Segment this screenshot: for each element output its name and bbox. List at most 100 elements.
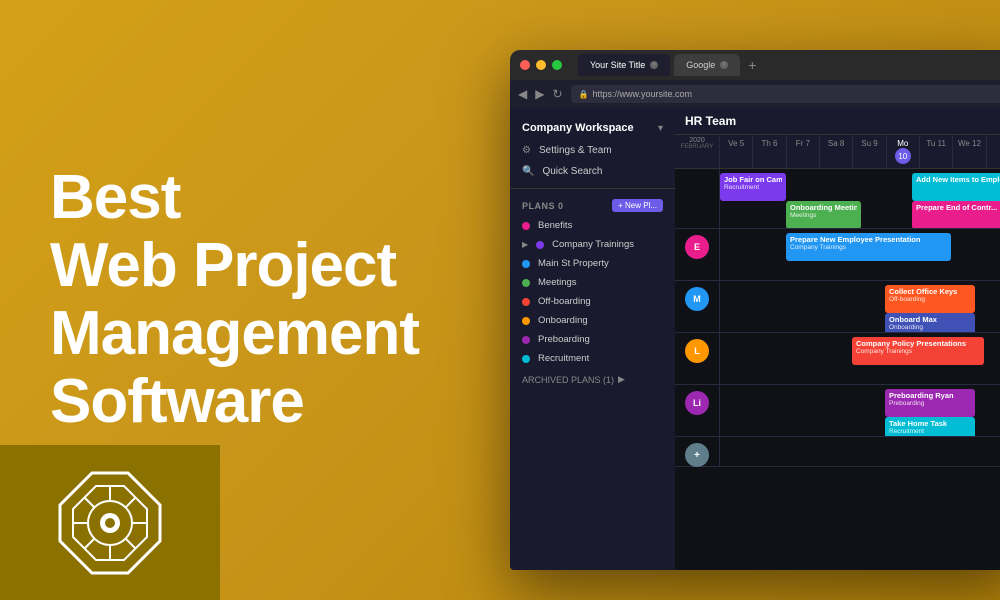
event-add-items-title: Add New Items to Employee... — [916, 175, 1000, 184]
event-job-fair[interactable]: Job Fair on Campus Recruitment — [720, 173, 786, 201]
day-number-today: 10 — [895, 148, 911, 164]
workspace-name: Company Workspace — [522, 122, 634, 134]
plan-name-trainings: Company Trainings — [552, 239, 634, 250]
address-text: https://www.yoursite.com — [593, 89, 693, 99]
event-prepare-presentation[interactable]: Prepare New Employee Presentation Compan… — [786, 233, 951, 261]
headline-line1: Best — [50, 163, 180, 232]
user-avatar-col-0 — [675, 169, 720, 228]
avatar-lisa: Li — [685, 391, 709, 415]
calendar-header: HR Team — [675, 108, 1000, 135]
user-avatar-col-eliza: E — [675, 229, 720, 280]
dharma-logo — [55, 468, 165, 578]
browser-chrome: Your Site Title × Google × + — [510, 50, 1000, 80]
settings-label: Settings & Team — [539, 145, 612, 156]
sidebar-item-search[interactable]: 🔍 Quick Search — [510, 161, 675, 182]
event-prep-pres-category: Company Trainings — [790, 244, 947, 251]
expand-icon-trainings: ▶ — [522, 240, 528, 249]
event-ob-meetings-title: Onboarding Meetings — [790, 203, 857, 212]
new-tab-button[interactable]: + — [748, 57, 756, 73]
calendar-row-eliza: E Prepare New Employee Presentation Comp… — [675, 229, 1000, 281]
day-label-1: Th 6 — [761, 139, 777, 148]
headline: Best Web Project Management Software — [50, 164, 430, 437]
event-onboard-max[interactable]: Onboard Max Onboarding — [885, 313, 975, 332]
day-header-8 — [987, 135, 1000, 168]
event-company-policy-category: Company Trainings — [856, 348, 980, 355]
day-header-2: Fr 7 — [787, 135, 820, 168]
forward-button[interactable]: ▶ — [535, 87, 544, 101]
plan-dot-recruitment — [522, 355, 530, 363]
plan-name-onboarding: Onboarding — [538, 315, 588, 326]
traffic-light-yellow[interactable] — [536, 60, 546, 70]
day-header-5: Mo 10 — [887, 135, 920, 168]
event-take-home-task[interactable]: Take Home Task Recruitment — [885, 417, 975, 436]
plan-name-preboarding: Preboarding — [538, 334, 590, 345]
plan-item-benefits[interactable]: Benefits — [510, 216, 675, 235]
event-collect-keys[interactable]: Collect Office Keys Off-boarding — [885, 285, 975, 313]
plan-name-meetings: Meetings — [538, 277, 577, 288]
plan-item-property[interactable]: Main St Property — [510, 254, 675, 273]
event-ob-meetings-category: Meetings — [790, 212, 857, 219]
plan-dot-property — [522, 260, 530, 268]
sidebar-item-settings[interactable]: ⚙ Settings & Team — [510, 140, 675, 161]
day-cols-header: Ve 5 Th 6 Fr 7 Sa 8 Su 9 Mo 10 Tu 11 We … — [720, 135, 1000, 168]
back-button[interactable]: ◀ — [518, 87, 527, 101]
day-header-1: Th 6 — [753, 135, 786, 168]
plan-item-preboarding[interactable]: Preboarding — [510, 330, 675, 349]
event-prepare-end[interactable]: Prepare End of Contr... — [912, 201, 1000, 228]
new-plan-button[interactable]: + New Pl... — [612, 199, 663, 212]
plans-label: PLANS 0 — [522, 201, 564, 211]
event-company-policy[interactable]: Company Policy Presentations Company Tra… — [852, 337, 984, 365]
day-cells-0: Job Fair on Campus Recruitment Add New I… — [720, 169, 1000, 228]
plan-dot-meetings — [522, 279, 530, 287]
tab-close-yoursite[interactable]: × — [650, 61, 658, 69]
archived-section[interactable]: ARCHIVED PLANS (1) ▶ — [510, 368, 675, 391]
event-job-fair-title: Job Fair on Campus — [724, 175, 782, 184]
address-bar[interactable]: 🔒 https://www.yoursite.com — [571, 85, 1000, 103]
browser-tabs: Your Site Title × Google × + — [578, 54, 756, 76]
plan-dot-offboarding — [522, 298, 530, 306]
event-add-new-items[interactable]: Add New Items to Employee... — [912, 173, 1000, 201]
day-header-3: Sa 8 — [820, 135, 853, 168]
event-onboard-max-category: Onboarding — [889, 324, 971, 331]
tab-close-google[interactable]: × — [720, 61, 728, 69]
calendar-area: HR Team 2020 FEBRUARY Ve 5 Th 6 Fr 7 Sa … — [675, 108, 1000, 570]
user-avatar-col-5: + — [675, 437, 720, 466]
plan-item-offboarding[interactable]: Off-boarding — [510, 292, 675, 311]
workspace-header[interactable]: Company Workspace ▾ — [510, 116, 675, 140]
plan-item-trainings[interactable]: ▶ Company Trainings — [510, 235, 675, 254]
traffic-light-green[interactable] — [552, 60, 562, 70]
avatar-mitch: M — [685, 287, 709, 311]
tab-yoursite-label: Your Site Title — [590, 60, 645, 70]
left-content: Best Web Project Management Software — [0, 104, 480, 497]
user-avatar-col-mitch: M — [675, 281, 720, 332]
day-label-6: Tu 11 — [926, 139, 946, 148]
plan-item-meetings[interactable]: Meetings — [510, 273, 675, 292]
tab-google[interactable]: Google × — [674, 54, 740, 76]
headline-line2: Web Project Management — [50, 231, 419, 368]
event-preboarding-ryan-category: Preboarding — [889, 400, 971, 407]
month-label: FEBRUARY — [675, 144, 719, 150]
user-avatar-col-lisa: Li — [675, 385, 720, 436]
traffic-light-red[interactable] — [520, 60, 530, 70]
browser-window: Your Site Title × Google × + ◀ ▶ ↻ 🔒 htt… — [510, 50, 1000, 570]
archived-chevron-icon: ▶ — [618, 374, 625, 385]
plan-item-recruitment[interactable]: Recruitment — [510, 349, 675, 368]
search-icon: 🔍 — [522, 166, 534, 177]
calendar-row-5: + — [675, 437, 1000, 467]
calendar-grid-header: 2020 FEBRUARY Ve 5 Th 6 Fr 7 Sa 8 Su 9 M… — [675, 135, 1000, 169]
headline-line3: Software — [50, 367, 304, 436]
day-header-7: We 12 — [953, 135, 986, 168]
plan-name-offboarding: Off-boarding — [538, 296, 591, 307]
event-collect-keys-title: Collect Office Keys — [889, 287, 971, 296]
plan-dot-preboarding — [522, 336, 530, 344]
refresh-button[interactable]: ↻ — [552, 87, 562, 101]
event-collect-keys-category: Off-boarding — [889, 296, 971, 303]
event-preboarding-ryan[interactable]: Preboarding Ryan Preboarding — [885, 389, 975, 417]
event-preboarding-ryan-title: Preboarding Ryan — [889, 391, 971, 400]
event-onboard-max-title: Onboard Max — [889, 315, 971, 324]
day-cells-lisa: Preboarding Ryan Preboarding Take Home T… — [720, 385, 1000, 436]
event-job-fair-category: Recruitment — [724, 184, 782, 191]
event-onboarding-meetings[interactable]: Onboarding Meetings Meetings — [786, 201, 861, 228]
tab-yoursite[interactable]: Your Site Title × — [578, 54, 670, 76]
plan-item-onboarding[interactable]: Onboarding — [510, 311, 675, 330]
